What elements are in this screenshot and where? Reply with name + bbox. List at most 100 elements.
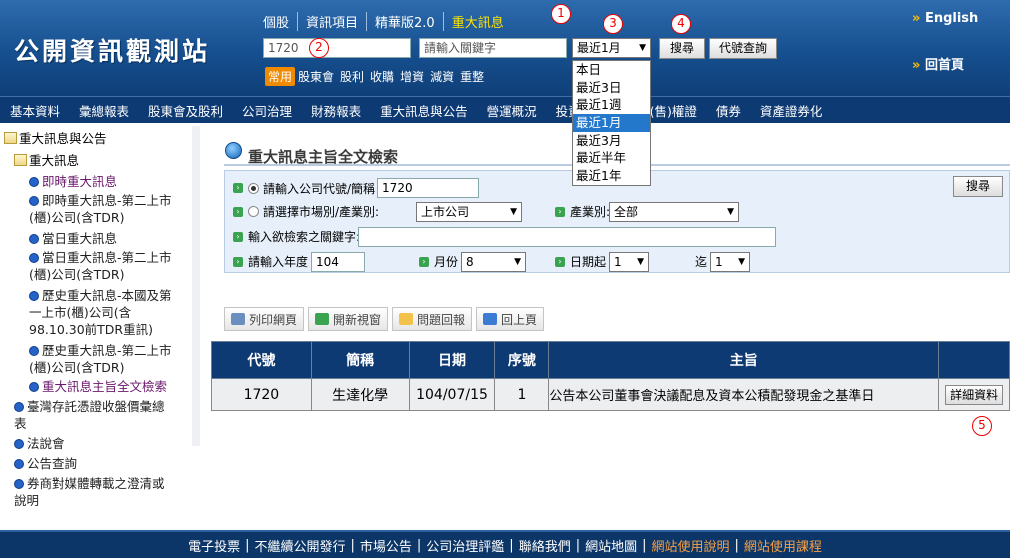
nav-operations[interactable]: 營運概況: [477, 101, 546, 120]
footer-link-contact[interactable]: 聯絡我們: [515, 536, 575, 555]
market-radio[interactable]: [248, 206, 259, 217]
toplink-premium[interactable]: 精華版2.0: [366, 12, 443, 31]
footer-link-discontinued[interactable]: 不繼續公開發行: [250, 536, 349, 555]
fulltext-keyword-input[interactable]: [358, 227, 776, 247]
quick-link-dividend[interactable]: 股利: [340, 68, 364, 85]
sidebar-item-realtime-second[interactable]: 即時重大訊息-第二上市(櫃)公司(含TDR): [29, 192, 174, 226]
bullet-icon: [14, 479, 24, 489]
footer-link-market-notice[interactable]: 市場公告: [356, 536, 416, 555]
bullet-icon: [29, 196, 39, 206]
bullet-icon: [29, 346, 39, 356]
industry-select-value: 全部: [614, 205, 639, 219]
nav-financial-reports[interactable]: 財務報表: [301, 101, 370, 120]
footer-link-evote[interactable]: 電子投票: [184, 536, 244, 555]
period-option-3months[interactable]: 最近3月: [573, 132, 650, 150]
nav-basic-info[interactable]: 基本資料: [0, 101, 69, 120]
nav-summary-reports[interactable]: 彙總報表: [69, 101, 138, 120]
day-to-select[interactable]: 1 ▼: [710, 252, 750, 272]
period-option-1year[interactable]: 最近1年: [573, 167, 650, 185]
sidebar-item-label: 即時重大訊息-第二上市(櫃)公司(含TDR): [29, 193, 172, 225]
day-from-value: 1: [614, 255, 622, 269]
home-link[interactable]: » 回首頁: [912, 54, 964, 73]
company-radio[interactable]: [248, 182, 259, 194]
bullet-icon: [29, 253, 39, 263]
sidebar-item-broker-clarifications[interactable]: 券商對媒體轉載之澄清或說明: [14, 475, 174, 509]
printer-icon: [231, 313, 245, 325]
period-option-3days[interactable]: 最近3日: [573, 79, 650, 97]
table-row: 1720 生達化學 104/07/15 1 公告本公司董事會決議配息及資本公積配…: [211, 378, 1010, 411]
nav-governance[interactable]: 公司治理: [232, 101, 301, 120]
double-chevron-icon: »: [912, 11, 921, 26]
dropdown-arrow-icon: ▼: [514, 257, 521, 267]
sidebar-item-label: 當日重大訊息: [42, 231, 118, 246]
marker-5: 5: [972, 416, 992, 436]
sidebar-item-history[interactable]: 歷史重大訊息-本國及第一上市(櫃)公司(含98.10.30前TDR重訊): [29, 287, 174, 338]
sidebar-item-fulltext-search[interactable]: 重大訊息主旨全文檢索: [29, 378, 189, 395]
back-button[interactable]: 回上頁: [476, 307, 545, 331]
period-option-1week[interactable]: 最近1週: [573, 96, 650, 114]
col-name: 簡稱: [310, 341, 410, 379]
company-input[interactable]: 1720: [377, 178, 480, 198]
new-window-button[interactable]: 開新視窗: [308, 307, 389, 331]
mail-icon: [399, 313, 413, 325]
period-select[interactable]: 最近1月 ▼: [572, 38, 651, 58]
footer-link-sitemap[interactable]: 網站地圖: [581, 536, 641, 555]
footer-link-governance-eval[interactable]: 公司治理評鑑: [422, 536, 508, 555]
market-select[interactable]: 上市公司 ▼: [416, 202, 522, 222]
col-action: [938, 341, 1010, 379]
period-option-1month[interactable]: 最近1月: [573, 114, 650, 132]
sidebar-group[interactable]: 重大訊息: [14, 152, 79, 169]
arrow-bullet-icon: ›: [233, 256, 243, 267]
sidebar-item-today-second[interactable]: 當日重大訊息-第二上市(櫃)公司(含TDR): [29, 249, 174, 283]
bullet-icon: [29, 382, 39, 392]
period-select-value: 最近1月: [577, 41, 621, 55]
day-from-select[interactable]: 1 ▼: [609, 252, 649, 272]
details-button[interactable]: 詳細資料: [945, 385, 1004, 405]
month-select[interactable]: 8 ▼: [461, 252, 526, 272]
report-issue-button[interactable]: 問題回報: [392, 307, 473, 331]
quick-link-agm[interactable]: 股東會: [298, 68, 334, 85]
nav-shareholders-dividends[interactable]: 股東會及股利: [138, 101, 232, 120]
period-option-today[interactable]: 本日: [573, 61, 650, 79]
arrow-bullet-icon: ›: [419, 256, 429, 267]
quick-link-capital-increase[interactable]: 增資: [400, 68, 424, 85]
print-label: 列印網頁: [249, 312, 298, 327]
sidebar-item-today[interactable]: 當日重大訊息: [29, 230, 189, 247]
english-link[interactable]: » English: [912, 11, 978, 26]
nav-securitization[interactable]: 資產證券化: [750, 101, 832, 120]
sidebar-item-realtime[interactable]: 即時重大訊息: [29, 173, 189, 190]
bullet-icon: [14, 439, 24, 449]
double-chevron-icon: »: [912, 58, 921, 73]
main-nav: 基本資料 彙總報表 股東會及股利 公司治理 財務報表 重大訊息與公告 營運概況 …: [0, 96, 1010, 123]
sidebar-splitter[interactable]: [192, 126, 200, 446]
search-button[interactable]: 搜尋: [953, 176, 1003, 197]
nav-major-news[interactable]: 重大訊息與公告: [370, 101, 477, 120]
quick-link-capital-reduction[interactable]: 減資: [430, 68, 454, 85]
month-label: 月份: [434, 255, 459, 269]
industry-select[interactable]: 全部 ▼: [609, 202, 739, 222]
sidebar-item-investor-conference[interactable]: 法說會: [14, 435, 65, 452]
sidebar-item-history-second[interactable]: 歷史重大訊息-第二上市(櫃)公司(含TDR): [29, 342, 174, 376]
header-search-button[interactable]: 搜尋: [659, 38, 705, 59]
print-button[interactable]: 列印網頁: [224, 307, 305, 331]
sidebar-item-announcements[interactable]: 公告查詢: [14, 455, 77, 472]
stock-code-input[interactable]: 1720: [263, 38, 411, 58]
toplink-stock[interactable]: 個股: [263, 12, 297, 31]
dropdown-arrow-icon: ▼: [727, 207, 734, 217]
site-logo[interactable]: 公開資訊觀測站: [14, 32, 210, 68]
keyword-input[interactable]: 請輸入關鍵字: [419, 38, 567, 58]
sidebar-item-tdr-summary[interactable]: 臺灣存託憑證收盤價彙總表: [14, 398, 174, 432]
period-option-half-year[interactable]: 最近半年: [573, 149, 650, 167]
quick-link-reorganization[interactable]: 重整: [460, 68, 484, 85]
toplink-info-items[interactable]: 資訊項目: [297, 12, 366, 31]
sidebar-root[interactable]: 重大訊息與公告: [4, 130, 107, 147]
code-lookup-button[interactable]: 代號查詢: [709, 38, 777, 59]
company-label: 請輸入公司代號/簡稱: [263, 181, 376, 196]
marker-1: 1: [551, 4, 571, 24]
toplink-major-news[interactable]: 重大訊息: [442, 12, 512, 31]
year-input[interactable]: 104: [311, 252, 365, 272]
nav-bonds[interactable]: 債券: [706, 101, 750, 120]
footer-link-usage-guide[interactable]: 網站使用說明: [648, 536, 734, 555]
footer-link-usage-course[interactable]: 網站使用課程: [740, 536, 826, 555]
quick-link-acquisition[interactable]: 收購: [370, 68, 394, 85]
